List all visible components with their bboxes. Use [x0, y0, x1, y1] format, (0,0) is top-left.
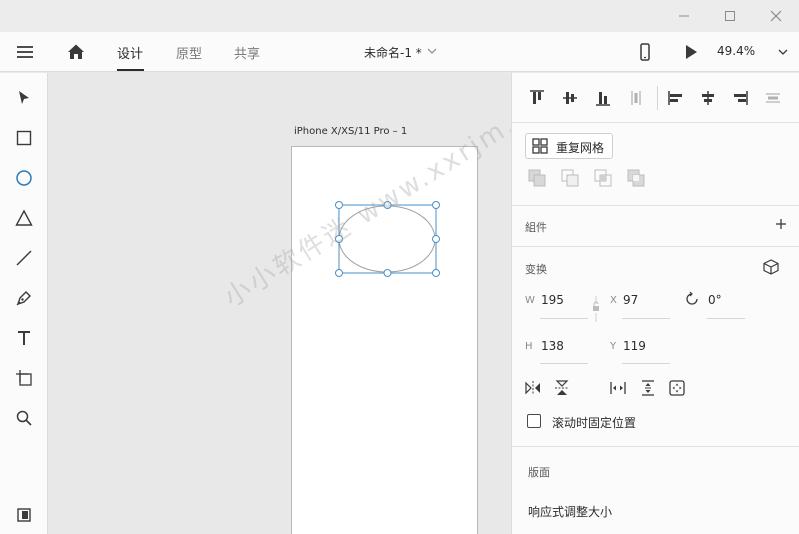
triangle-icon: [15, 209, 33, 226]
align-top-icon[interactable]: [528, 89, 546, 107]
play-icon[interactable]: [681, 42, 701, 62]
artboard-label[interactable]: iPhone X/XS/11 Pro – 1: [294, 126, 407, 137]
align-divider: [657, 86, 658, 110]
layout-title: 版面: [528, 466, 550, 479]
rectangle-icon: [16, 130, 32, 146]
title-bar: [0, 0, 799, 32]
lock-aspect-icon[interactable]: [592, 296, 602, 326]
divider: [512, 205, 799, 206]
repeat-grid-button[interactable]: 重复网格: [525, 133, 613, 159]
tab-design[interactable]: 设计: [117, 43, 143, 62]
artboard-icon: [16, 370, 32, 386]
distribute-horizontal-icon[interactable]: [764, 89, 782, 107]
tab-prototype[interactable]: 原型: [176, 43, 202, 62]
document-title[interactable]: 未命名-1 *: [364, 44, 422, 61]
rectangle-tool[interactable]: [14, 128, 34, 148]
property-inspector: 重复网格 組件 变换 W 195 X 97 0° H 138 Y 119 滚动时…: [511, 73, 799, 534]
subtract-icon[interactable]: [561, 169, 579, 187]
zoom-level[interactable]: 49.4%: [717, 44, 755, 58]
height-underline: [540, 363, 588, 364]
flip-vertical-icon[interactable]: [554, 380, 570, 396]
select-tool[interactable]: [14, 88, 34, 108]
x-underline: [622, 318, 670, 319]
fixed-scroll-label: 滚动时固定位置: [552, 416, 637, 430]
device-preview-icon[interactable]: [635, 42, 655, 62]
close-button[interactable]: [753, 0, 799, 32]
ellipse-tool[interactable]: [14, 168, 34, 188]
width-field[interactable]: 195: [541, 293, 564, 307]
line-tool[interactable]: [14, 248, 34, 268]
3d-transform-icon[interactable]: [763, 259, 779, 275]
align-middle-icon[interactable]: [561, 89, 579, 107]
divider: [512, 246, 799, 247]
flip-horizontal-icon[interactable]: [525, 380, 541, 396]
artboard-tool[interactable]: [14, 368, 34, 388]
minimize-button[interactable]: [661, 0, 707, 32]
responsive-resize-label[interactable]: 响应式调整大小: [528, 503, 612, 520]
y-key: Y: [610, 341, 617, 352]
intersect-icon[interactable]: [594, 169, 612, 187]
rotation-underline: [707, 318, 745, 319]
add-icon[interactable]: [528, 169, 546, 187]
x-field[interactable]: 97: [623, 293, 638, 307]
responsive-height-icon[interactable]: [640, 380, 656, 396]
assets-icon: [17, 508, 31, 522]
height-key: H: [525, 341, 533, 352]
components-title: 組件: [525, 221, 547, 234]
y-field[interactable]: 119: [623, 339, 646, 353]
active-tab-indicator: [117, 69, 144, 71]
left-toolbar: [0, 73, 48, 534]
chevron-down-icon[interactable]: [427, 46, 437, 56]
menu-bar: 设计 原型 共享 未命名-1 * 49.4%: [0, 32, 799, 72]
align-right-icon[interactable]: [731, 89, 749, 107]
design-canvas[interactable]: iPhone X/XS/11 Pro – 1 小小软件迷 www.xxrjm.c…: [48, 73, 511, 534]
minimize-icon: [679, 15, 689, 17]
distribute-vertical-icon[interactable]: [627, 89, 645, 107]
pen-icon: [16, 291, 31, 306]
exclude-icon[interactable]: [627, 169, 645, 187]
align-toolbar: [512, 73, 799, 123]
responsive-width-icon[interactable]: [610, 380, 626, 396]
fixed-scroll-checkbox[interactable]: [527, 414, 541, 428]
divider: [512, 446, 799, 447]
width-key: W: [525, 295, 535, 306]
align-bottom-icon[interactable]: [594, 89, 612, 107]
fit-content-icon[interactable]: [669, 380, 685, 396]
align-center-icon[interactable]: [699, 89, 717, 107]
tab-share[interactable]: 共享: [234, 43, 260, 62]
assets-panel-toggle[interactable]: [14, 505, 34, 525]
x-key: X: [610, 295, 617, 306]
grid-icon: [532, 138, 548, 154]
maximize-icon: [725, 11, 735, 21]
pen-tool[interactable]: [14, 288, 34, 308]
line-icon: [16, 250, 32, 266]
pointer-icon: [19, 91, 29, 104]
y-underline: [622, 363, 670, 364]
repeat-grid-label: 重复网格: [556, 141, 605, 155]
ellipse-icon: [16, 170, 32, 186]
height-field[interactable]: 138: [541, 339, 564, 353]
transform-title: 变换: [525, 263, 547, 276]
text-icon: [18, 331, 30, 345]
maximize-button[interactable]: [707, 0, 753, 32]
polygon-tool[interactable]: [14, 208, 34, 228]
text-tool[interactable]: [14, 328, 34, 348]
plus-icon[interactable]: [775, 218, 787, 230]
close-icon: [770, 10, 782, 22]
align-left-icon[interactable]: [667, 89, 685, 107]
home-icon[interactable]: [66, 42, 86, 62]
width-underline: [540, 318, 588, 319]
hamburger-menu-icon[interactable]: [15, 42, 35, 62]
rotate-icon: [686, 291, 698, 305]
rotation-field[interactable]: 0°: [708, 293, 722, 307]
boolean-operations: [528, 169, 645, 187]
zoom-chevron-down-icon[interactable]: [778, 48, 788, 56]
magnifier-icon: [16, 410, 32, 426]
zoom-tool[interactable]: [14, 408, 34, 428]
